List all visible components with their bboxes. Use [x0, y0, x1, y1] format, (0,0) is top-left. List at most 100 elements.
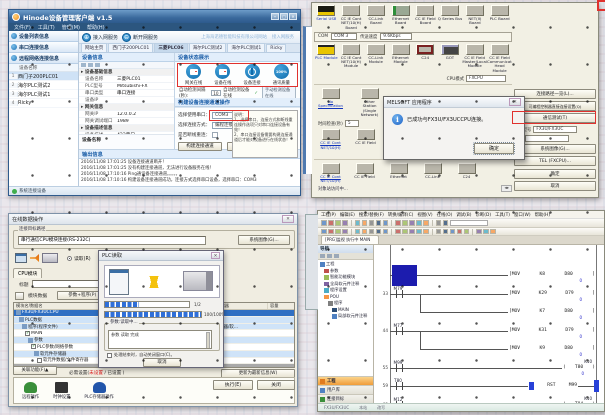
- instruction-mov[interactable]: [MOVK29D79]: [508, 291, 596, 296]
- sidebar-item-device-list[interactable]: 设备列表信息: [9, 31, 78, 42]
- toolbar-button[interactable]: [369, 229, 375, 235]
- instruction-mov[interactable]: [MOVK31D79]: [508, 328, 596, 333]
- interface-item[interactable]: PLC Board: [487, 5, 512, 30]
- interface-item[interactable]: CC-Link Module: [363, 44, 388, 73]
- property-sort-bar[interactable]: [79, 62, 174, 69]
- toolbar-button[interactable]: [409, 220, 415, 226]
- toolbar-combo[interactable]: [450, 220, 488, 226]
- interface-item[interactable]: NET(II) Board: [463, 5, 488, 30]
- interface-item[interactable]: CC IE Cont NET/10(H): [318, 163, 343, 184]
- gx-menu-item[interactable]: 转换/编译(C): [388, 212, 414, 218]
- instruction-mov[interactable]: [MOVK7D80]: [508, 309, 596, 314]
- toolbar-button[interactable]: [402, 220, 408, 226]
- close-button[interactable]: ✕: [289, 13, 297, 20]
- hinode-titlebar[interactable]: Hinode设备管理客户端 v1.5 – □ ✕: [9, 10, 300, 23]
- interface-item[interactable]: Q Series Bus: [438, 5, 463, 30]
- online-close-button[interactable]: ✕: [282, 215, 294, 223]
- route-list-button[interactable]: 连接路径一览(L)...: [514, 89, 596, 99]
- connect-service-button[interactable]: ⊕接入网服务: [82, 33, 118, 42]
- company-link[interactable]: 上海海诺德智能科技有限公司网站: [201, 34, 267, 40]
- toolbar-button[interactable]: [457, 229, 463, 235]
- execute-button[interactable]: 执行(E): [213, 380, 253, 390]
- nav-view-用户库[interactable]: 用户库: [318, 385, 373, 394]
- cancel-button[interactable]: 取消: [514, 181, 596, 191]
- timeout-field[interactable]: 5: [345, 120, 359, 127]
- online-system-image-button[interactable]: 系统图像(G)...: [238, 235, 290, 245]
- tel-button[interactable]: TEL (FXCPU)...: [514, 156, 596, 166]
- gx-document-tab[interactable]: [PRG]监视 执行中 MAIN: [321, 235, 379, 244]
- gx-menu-item[interactable]: 工具(T): [495, 212, 510, 218]
- contact-bar[interactable]: [402, 401, 403, 404]
- toolbar-button[interactable]: [328, 229, 334, 235]
- speed-field[interactable]: 9.6Kbps: [380, 33, 412, 40]
- sidebar-item-remote-conn[interactable]: 远程网络连接信息: [9, 53, 78, 64]
- interface-item[interactable]: Ethernet Board: [388, 5, 413, 30]
- tool-0[interactable]: 远程操作: [22, 382, 39, 400]
- toolbar-button[interactable]: [402, 229, 408, 235]
- list-scrollbar[interactable]: [206, 332, 210, 349]
- gx-menu-item[interactable]: 调试(B): [456, 212, 471, 218]
- menu-item[interactable]: 管理(M): [62, 24, 80, 31]
- toolbar-button[interactable]: [328, 220, 334, 226]
- toolbar-button[interactable]: [335, 229, 341, 235]
- toolbar-button[interactable]: [436, 220, 442, 226]
- cpu-module-tab[interactable]: CPU模块: [13, 268, 42, 278]
- interface-item[interactable]: C24: [454, 163, 479, 184]
- toolbar-button[interactable]: [423, 229, 429, 235]
- toolbar-button[interactable]: [355, 220, 361, 226]
- ok-button[interactable]: 确定: [514, 169, 596, 179]
- related-functions-button[interactable]: 关联功能(F)▲: [13, 366, 57, 375]
- contact-bar[interactable]: [402, 382, 403, 390]
- toolbar-button[interactable]: [443, 229, 449, 235]
- menu-item[interactable]: 文件(F): [14, 24, 31, 31]
- interface-item[interactable]: CC IE Field: [352, 163, 377, 184]
- gx-menu-item[interactable]: 在线(O): [437, 212, 453, 218]
- instruction-coil[interactable]: (T80): [562, 365, 596, 370]
- toolbar-button[interactable]: [362, 229, 368, 235]
- interface-item[interactable]: CC IE Field Board: [413, 5, 438, 30]
- toolbar-button[interactable]: [409, 229, 415, 235]
- gx-menu-item[interactable]: 视图(V): [417, 212, 432, 218]
- gx-menu-item[interactable]: 诊断(D): [476, 212, 492, 218]
- interface-item[interactable]: CC IE Field: [353, 129, 378, 150]
- toolbar-button[interactable]: [376, 229, 382, 235]
- disconnect-service-button[interactable]: ⊖断开网服务: [122, 33, 158, 42]
- interface-item[interactable]: CC-Link: [420, 163, 445, 184]
- radio-读取(R)[interactable]: 读取(R): [67, 255, 91, 262]
- toolbar-button[interactable]: [321, 229, 327, 235]
- instruction-mov[interactable]: [MOVK9D80]: [508, 346, 596, 351]
- online-close-bottom-button[interactable]: 关闭: [257, 380, 295, 390]
- toolbar-button[interactable]: [376, 220, 382, 226]
- interface-item[interactable]: GOT: [438, 44, 463, 73]
- nav-view-连接目标[interactable]: 连接目标: [318, 394, 373, 403]
- cpu-mode-field[interactable]: FXCPU: [466, 75, 506, 82]
- device-row[interactable]: 2海尔PLC测试2: [9, 81, 78, 90]
- device-tab[interactable]: 海尔PLC测试1: [227, 43, 265, 52]
- interface-item[interactable]: CC IE Cont NET/10(H) Module: [339, 44, 364, 73]
- toolbar-button[interactable]: [423, 220, 429, 226]
- row-checkbox[interactable]: [37, 358, 42, 363]
- nav-item[interactable]: 局部软元件注释: [318, 313, 373, 320]
- interface-item[interactable]: CC IE Field Communication Head Module: [487, 44, 512, 73]
- toolbar-button[interactable]: [395, 220, 401, 226]
- toolbar-button[interactable]: [395, 229, 401, 235]
- build-channel-button[interactable]: 构建连接通道: [178, 142, 222, 151]
- plcread-close-button[interactable]: ✕: [211, 252, 220, 259]
- device-tab[interactable]: 网站主页: [81, 43, 107, 52]
- menu-item[interactable]: 帮助(H): [87, 24, 105, 31]
- row-checkbox[interactable]: ✓: [31, 344, 36, 349]
- toolbar-button[interactable]: [476, 229, 482, 235]
- read-status-list[interactable]: 参数 读取 完成: [108, 330, 212, 349]
- interface-item[interactable]: CC-Link Board: [364, 5, 389, 30]
- sidebar-item-serial-conn[interactable]: 串口连接信息: [9, 42, 78, 53]
- gx-menu-item[interactable]: 搜索/替换(F): [359, 212, 384, 218]
- contact-bar[interactable]: [396, 290, 397, 298]
- edit-cursor-cell[interactable]: [392, 265, 417, 286]
- nav-view-工程[interactable]: 工程: [318, 376, 373, 385]
- melsoft-ok-button[interactable]: 确定: [474, 143, 514, 154]
- instruction-mov[interactable]: [MOVK8D80]: [508, 272, 596, 277]
- toolbar-button[interactable]: [450, 229, 456, 235]
- auto-detect-checkmark[interactable]: ✓: [254, 91, 258, 96]
- contact-bar[interactable]: [396, 401, 397, 404]
- melsoft-close-button[interactable]: ✕: [509, 98, 521, 106]
